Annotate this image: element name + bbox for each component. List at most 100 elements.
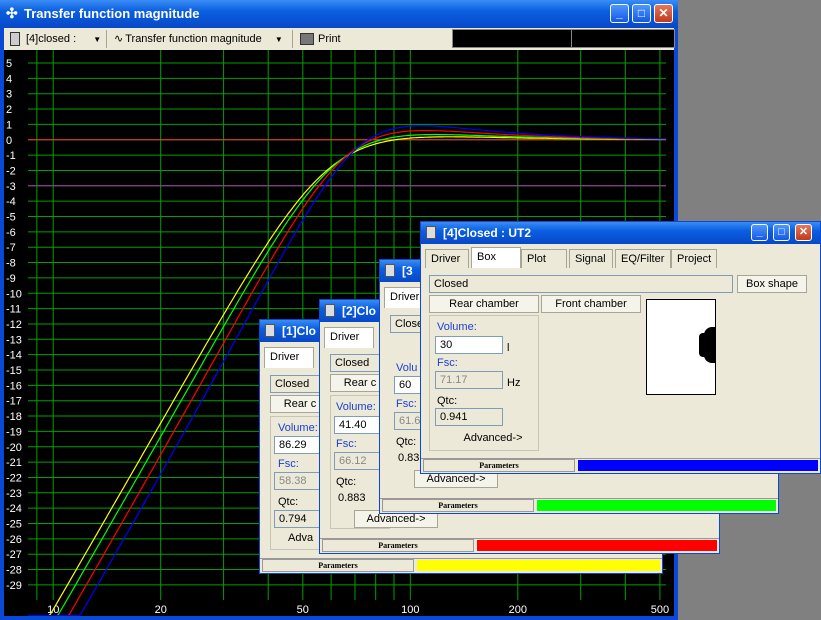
box-shape-preview xyxy=(646,299,716,395)
y-tick-label: -16 xyxy=(6,380,22,392)
function-select[interactable]: ∿ Transfer function magnitude ▼ xyxy=(114,31,283,47)
window-icon xyxy=(385,264,395,277)
tab-project[interactable]: Project xyxy=(671,249,717,268)
tab-driver[interactable]: Driver xyxy=(324,327,374,348)
y-tick-label: 3 xyxy=(6,89,12,101)
maximize-button[interactable]: □ xyxy=(773,224,790,241)
y-tick-label: -9 xyxy=(6,273,16,285)
y-tick-label: -28 xyxy=(6,565,22,577)
maximize-button[interactable]: □ xyxy=(632,4,651,23)
y-tick-label: -4 xyxy=(6,196,16,208)
app-icon: ✣ xyxy=(6,5,18,21)
function-select-value: Transfer function magnitude xyxy=(125,33,262,45)
y-tick-label: 4 xyxy=(6,73,12,85)
enclosure-select[interactable]: [4]closed : ▼ xyxy=(10,31,101,47)
y-tick-label: 5 xyxy=(6,58,12,70)
volume-label: Volume: xyxy=(437,321,477,333)
box-shape-button[interactable]: Box shape xyxy=(737,275,807,293)
fsc-readout: 71.17 xyxy=(435,371,503,389)
fsc-label: Fsc: xyxy=(278,458,299,470)
print-button[interactable]: Print xyxy=(300,31,341,47)
print-label: Print xyxy=(318,33,341,45)
window-1-title: [1]Clo xyxy=(282,324,316,338)
fsc-unit: Hz xyxy=(507,377,521,389)
series-color-bar xyxy=(578,460,818,471)
box-icon xyxy=(10,32,20,47)
window-4[interactable]: [4]Closed : UT2 _ □ ✕ Driver Box Plot Si… xyxy=(420,221,821,474)
y-tick-label: -20 xyxy=(6,442,22,454)
window-icon xyxy=(325,304,335,317)
y-tick-label: -29 xyxy=(6,580,22,592)
y-tick-label: -22 xyxy=(6,472,22,484)
series-color-bar xyxy=(537,500,776,511)
y-tick-label: 1 xyxy=(6,119,12,131)
readout-box-left xyxy=(452,29,572,48)
window-4-title: [4]Closed : UT2 xyxy=(443,226,532,240)
y-tick-label: -17 xyxy=(6,396,22,408)
close-button[interactable]: ✕ xyxy=(795,224,812,241)
volume-label: Volu xyxy=(396,362,418,374)
tab-driver[interactable]: Driver xyxy=(264,347,314,368)
tab-eq-filter[interactable]: EQ/Filter xyxy=(615,249,671,268)
front-chamber-button[interactable]: Front chamber xyxy=(541,295,641,313)
window-4-title-bar[interactable]: [4]Closed : UT2 _ □ ✕ xyxy=(421,222,820,244)
series-color-bar xyxy=(477,540,717,551)
minimize-button[interactable]: _ xyxy=(610,4,629,23)
qtc-label: Qtc: xyxy=(437,395,458,407)
y-tick-label: -10 xyxy=(6,288,22,300)
window-title: Transfer function magnitude xyxy=(24,6,200,21)
advanced-button[interactable]: Advanced-> xyxy=(455,430,531,448)
y-tick-label: -13 xyxy=(6,334,22,346)
y-tick-label: 2 xyxy=(6,104,12,116)
toolbar-separator xyxy=(106,30,107,48)
y-tick-label: -12 xyxy=(6,319,22,331)
minimize-button[interactable]: _ xyxy=(751,224,768,241)
volume-input[interactable]: 30 xyxy=(435,336,503,354)
fsc-label: Fsc: xyxy=(336,438,357,450)
tab-driver[interactable]: Driver xyxy=(384,287,424,308)
y-tick-label: -27 xyxy=(6,549,22,561)
speaker-cone-icon xyxy=(699,333,707,357)
window-3-title: [3 xyxy=(402,264,413,278)
y-tick-label: -6 xyxy=(6,227,16,239)
tab-driver[interactable]: Driver xyxy=(425,249,469,268)
sine-wave-icon: ∿ xyxy=(114,33,124,45)
rear-chamber-button[interactable]: Rear chamber xyxy=(429,295,539,313)
main-title-bar[interactable]: ✣ Transfer function magnitude _ □ ✕ xyxy=(0,0,678,28)
parameters-label: Parameters xyxy=(262,559,414,572)
readout-box-right xyxy=(571,29,675,48)
box-type-field: Closed xyxy=(429,275,733,293)
fsc-label: Fsc: xyxy=(437,357,458,369)
window-icon xyxy=(265,324,275,337)
status-bar: Parameters xyxy=(260,558,662,573)
qtc-label: Qtc: xyxy=(336,476,357,488)
y-tick-label: -21 xyxy=(6,457,22,469)
y-tick-label: -24 xyxy=(6,503,22,515)
series-color-bar xyxy=(417,560,660,571)
y-tick-label: 0 xyxy=(6,135,12,147)
x-tick-label: 20 xyxy=(155,604,167,616)
y-tick-label: -23 xyxy=(6,488,22,500)
printer-icon xyxy=(300,33,314,46)
y-tick-label: -14 xyxy=(6,350,22,362)
y-tick-label: -1 xyxy=(6,150,16,162)
tab-plot[interactable]: Plot xyxy=(521,249,567,268)
tab-signal[interactable]: Signal xyxy=(569,249,613,268)
toolbar: [4]closed : ▼ ∿ Transfer function magnitu… xyxy=(4,28,675,51)
close-button[interactable]: ✕ xyxy=(654,4,673,23)
volume-label: Volume: xyxy=(278,422,318,434)
status-bar: Parameters xyxy=(380,498,778,513)
y-tick-label: -19 xyxy=(6,426,22,438)
y-tick-label: -25 xyxy=(6,519,22,531)
window-icon xyxy=(426,226,436,239)
parameters-label: Parameters xyxy=(382,499,534,512)
status-bar: Parameters xyxy=(421,458,820,473)
y-tick-label: -5 xyxy=(6,212,16,224)
y-tick-label: -18 xyxy=(6,411,22,423)
tab-box[interactable]: Box xyxy=(471,247,521,268)
fsc-label: Fsc: xyxy=(396,398,417,410)
enclosure-select-value: [4]closed : xyxy=(26,33,77,45)
qtc-label: Qtc: xyxy=(278,496,299,508)
y-tick-label: -7 xyxy=(6,242,16,254)
chevron-down-icon: ▼ xyxy=(93,35,102,44)
